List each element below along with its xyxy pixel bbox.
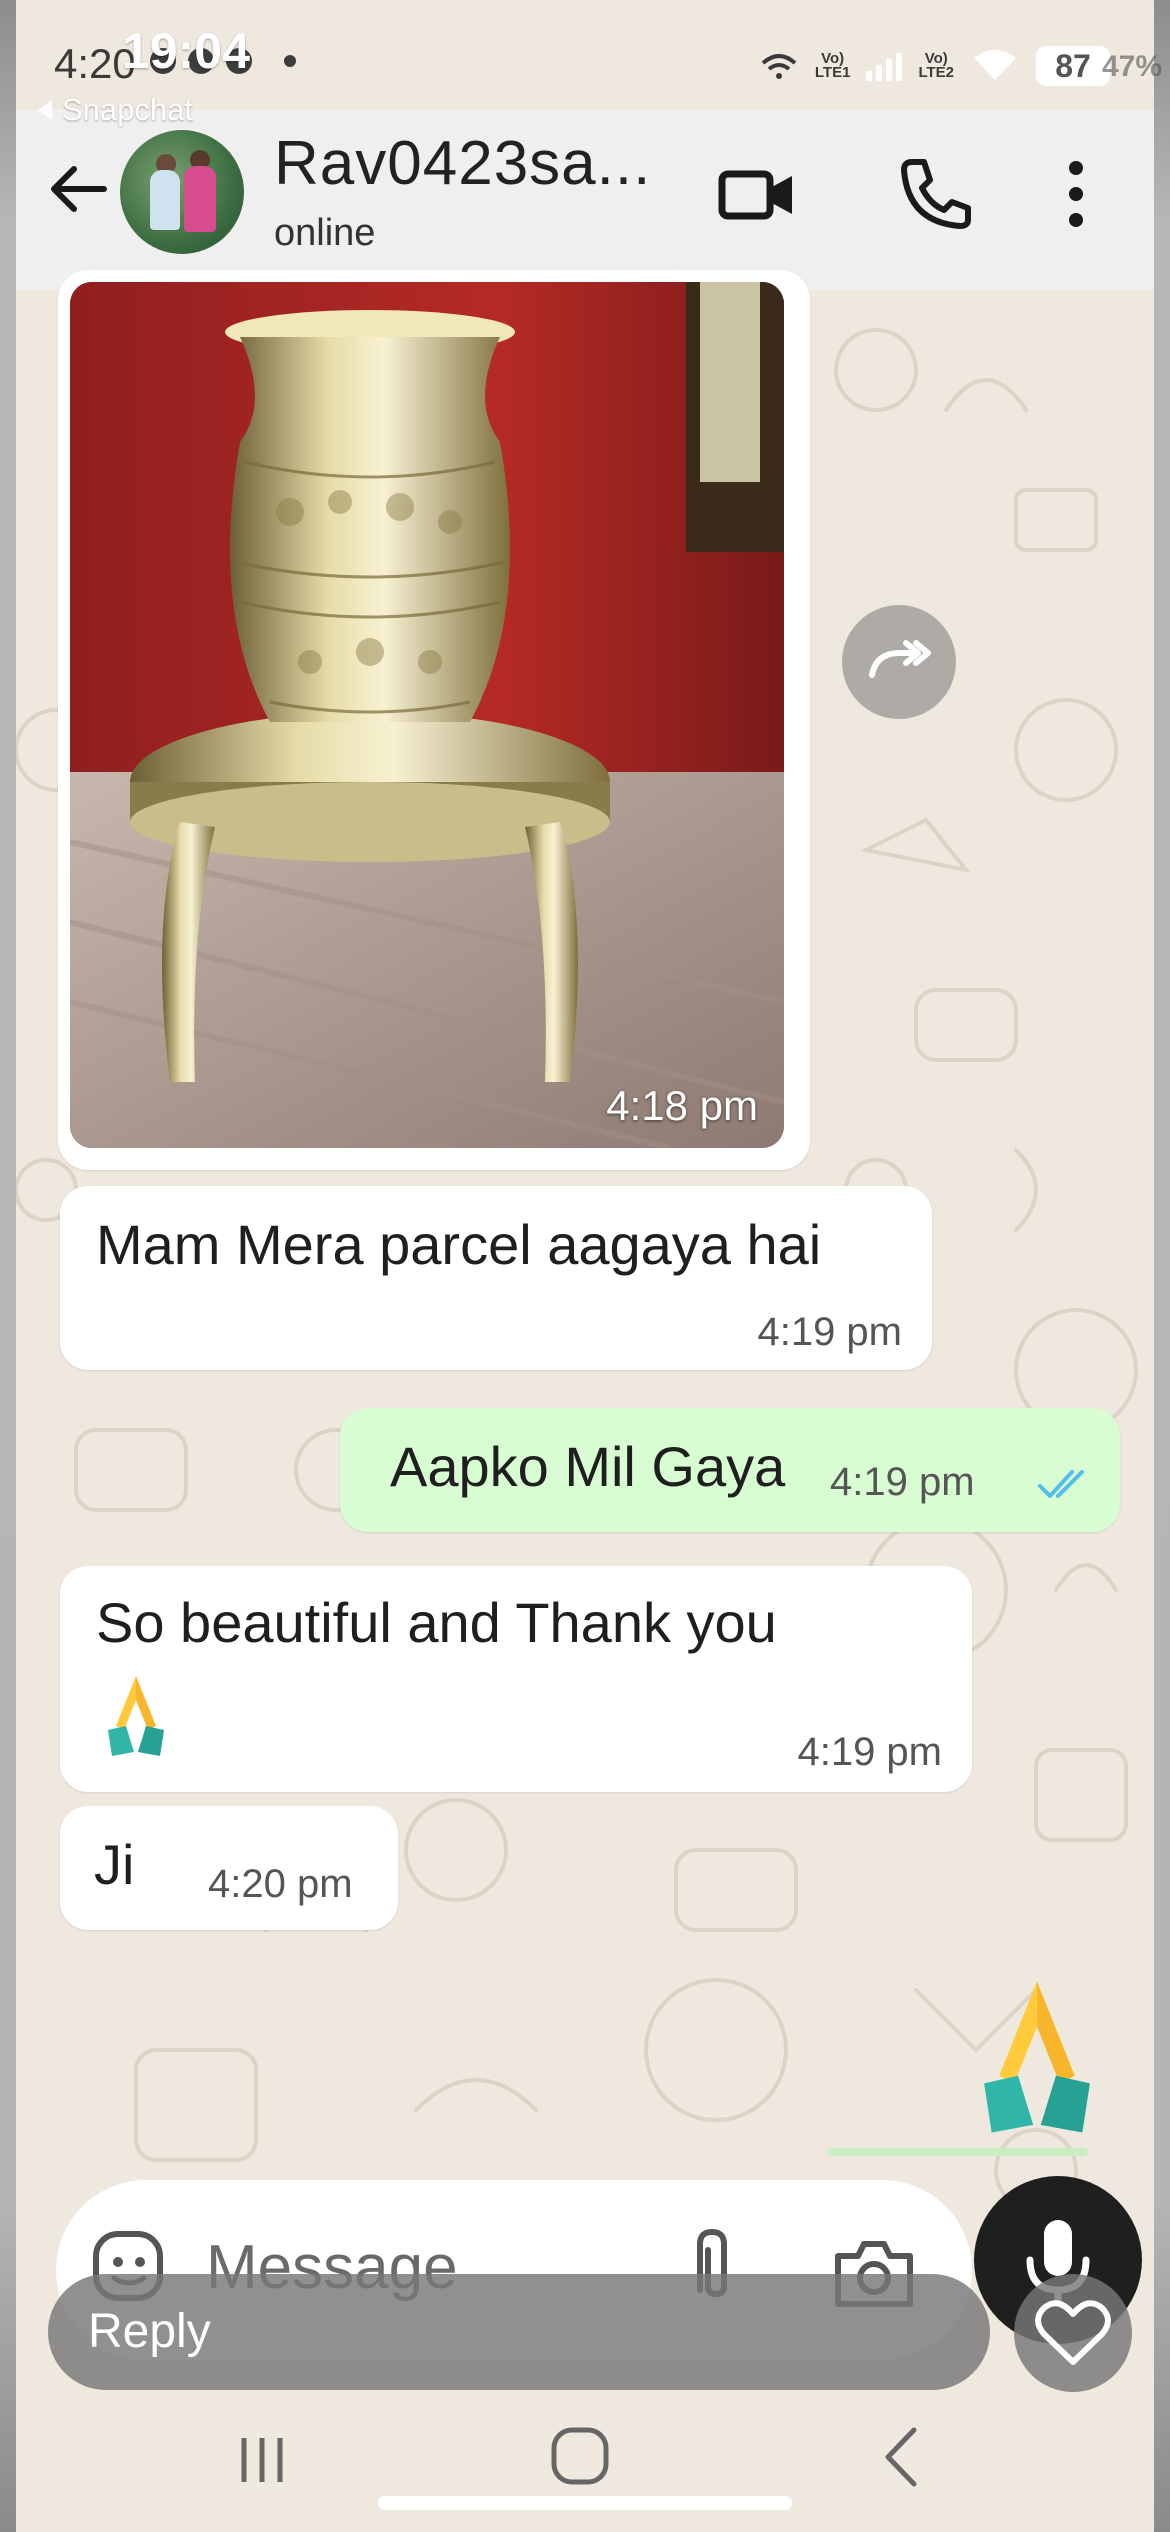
battery-level: 87 [1055,47,1091,84]
message-text: So beautiful and Thank you [96,1591,777,1654]
cell-signal-icon [866,51,903,81]
message-time: 4:19 pm [757,1310,902,1354]
wifi-icon [974,50,1016,80]
forward-icon [869,640,931,678]
ios-clock: 19:04 [122,23,250,79]
incoming-message[interactable]: So beautiful and Thank you 4:19 pm [60,1566,972,1792]
image-message[interactable]: 4:18 pm [58,270,810,1170]
back-triangle-icon [38,100,52,120]
contact-avatar[interactable] [120,130,244,254]
incoming-message[interactable]: Mam Mera parcel aagaya hai 4:19 pm [60,1186,932,1370]
reply-input[interactable]: Reply [48,2274,990,2390]
more-vert-icon[interactable] [1052,148,1142,238]
back-arrow-icon[interactable] [44,154,114,224]
back-to-app-link[interactable]: Snapchat [38,92,193,128]
nav-back-icon[interactable] [876,2422,926,2492]
recents-icon[interactable] [232,2430,292,2490]
network-tag: Vo) LTE2 [918,50,954,81]
more-notifications-dot [284,55,296,67]
forward-button[interactable] [842,605,956,719]
video-call-icon[interactable] [712,148,802,238]
sticker-shadow [828,2148,1088,2156]
status-bar: 4:20 19:04 Snapchat Vo) LTE1 Vo) LTE2 87… [0,0,1170,127]
message-time: 4:19 pm [830,1460,975,1504]
system-status-icons: Vo) LTE1 Vo) LTE2 87 47% [759,46,1162,86]
navigation-bar [0,2400,1170,2532]
phone-icon[interactable] [890,148,980,238]
double-check-icon [1038,1470,1084,1498]
whatsapp-screen: Rav0423sa... online 4:18 pm Mam Mera par… [16,0,1154,2532]
like-button[interactable] [1014,2274,1132,2392]
incoming-message[interactable]: Ji 4:20 pm [60,1806,398,1930]
android-battery: 47% [1101,50,1162,83]
contact-name[interactable]: Rav0423sa... [274,128,651,199]
message-text: Mam Mera parcel aagaya hai [96,1213,822,1276]
chat-header: Rav0423sa... online [16,110,1154,290]
phone-screen: Rav0423sa... online 4:18 pm Mam Mera par… [0,0,1170,2532]
outgoing-message[interactable]: Aapko Mil Gaya 4:19 pm [340,1408,1120,1532]
folded-hands-sticker[interactable] [972,1970,1102,2140]
reply-label: Reply [88,2305,211,2358]
message-text: Aapko Mil Gaya [390,1435,786,1498]
message-text: Ji [94,1833,135,1896]
brass-pot-photo[interactable]: 4:18 pm [70,282,784,1148]
network-tag: Vo) LTE1 [814,50,851,81]
folded-hands-emoji [108,1676,164,1756]
home-icon[interactable] [548,2424,612,2488]
message-time: 4:18 pm [606,1082,758,1129]
wifi-data-icon [761,54,797,79]
contact-status: online [274,212,376,254]
home-indicator[interactable] [378,2496,792,2510]
heart-icon [1035,2300,1111,2365]
back-app-label: Snapchat [62,92,193,127]
battery-indicator: 87 47% [1036,46,1162,86]
message-time: 4:19 pm [797,1730,942,1774]
message-time: 4:20 pm [208,1862,353,1906]
